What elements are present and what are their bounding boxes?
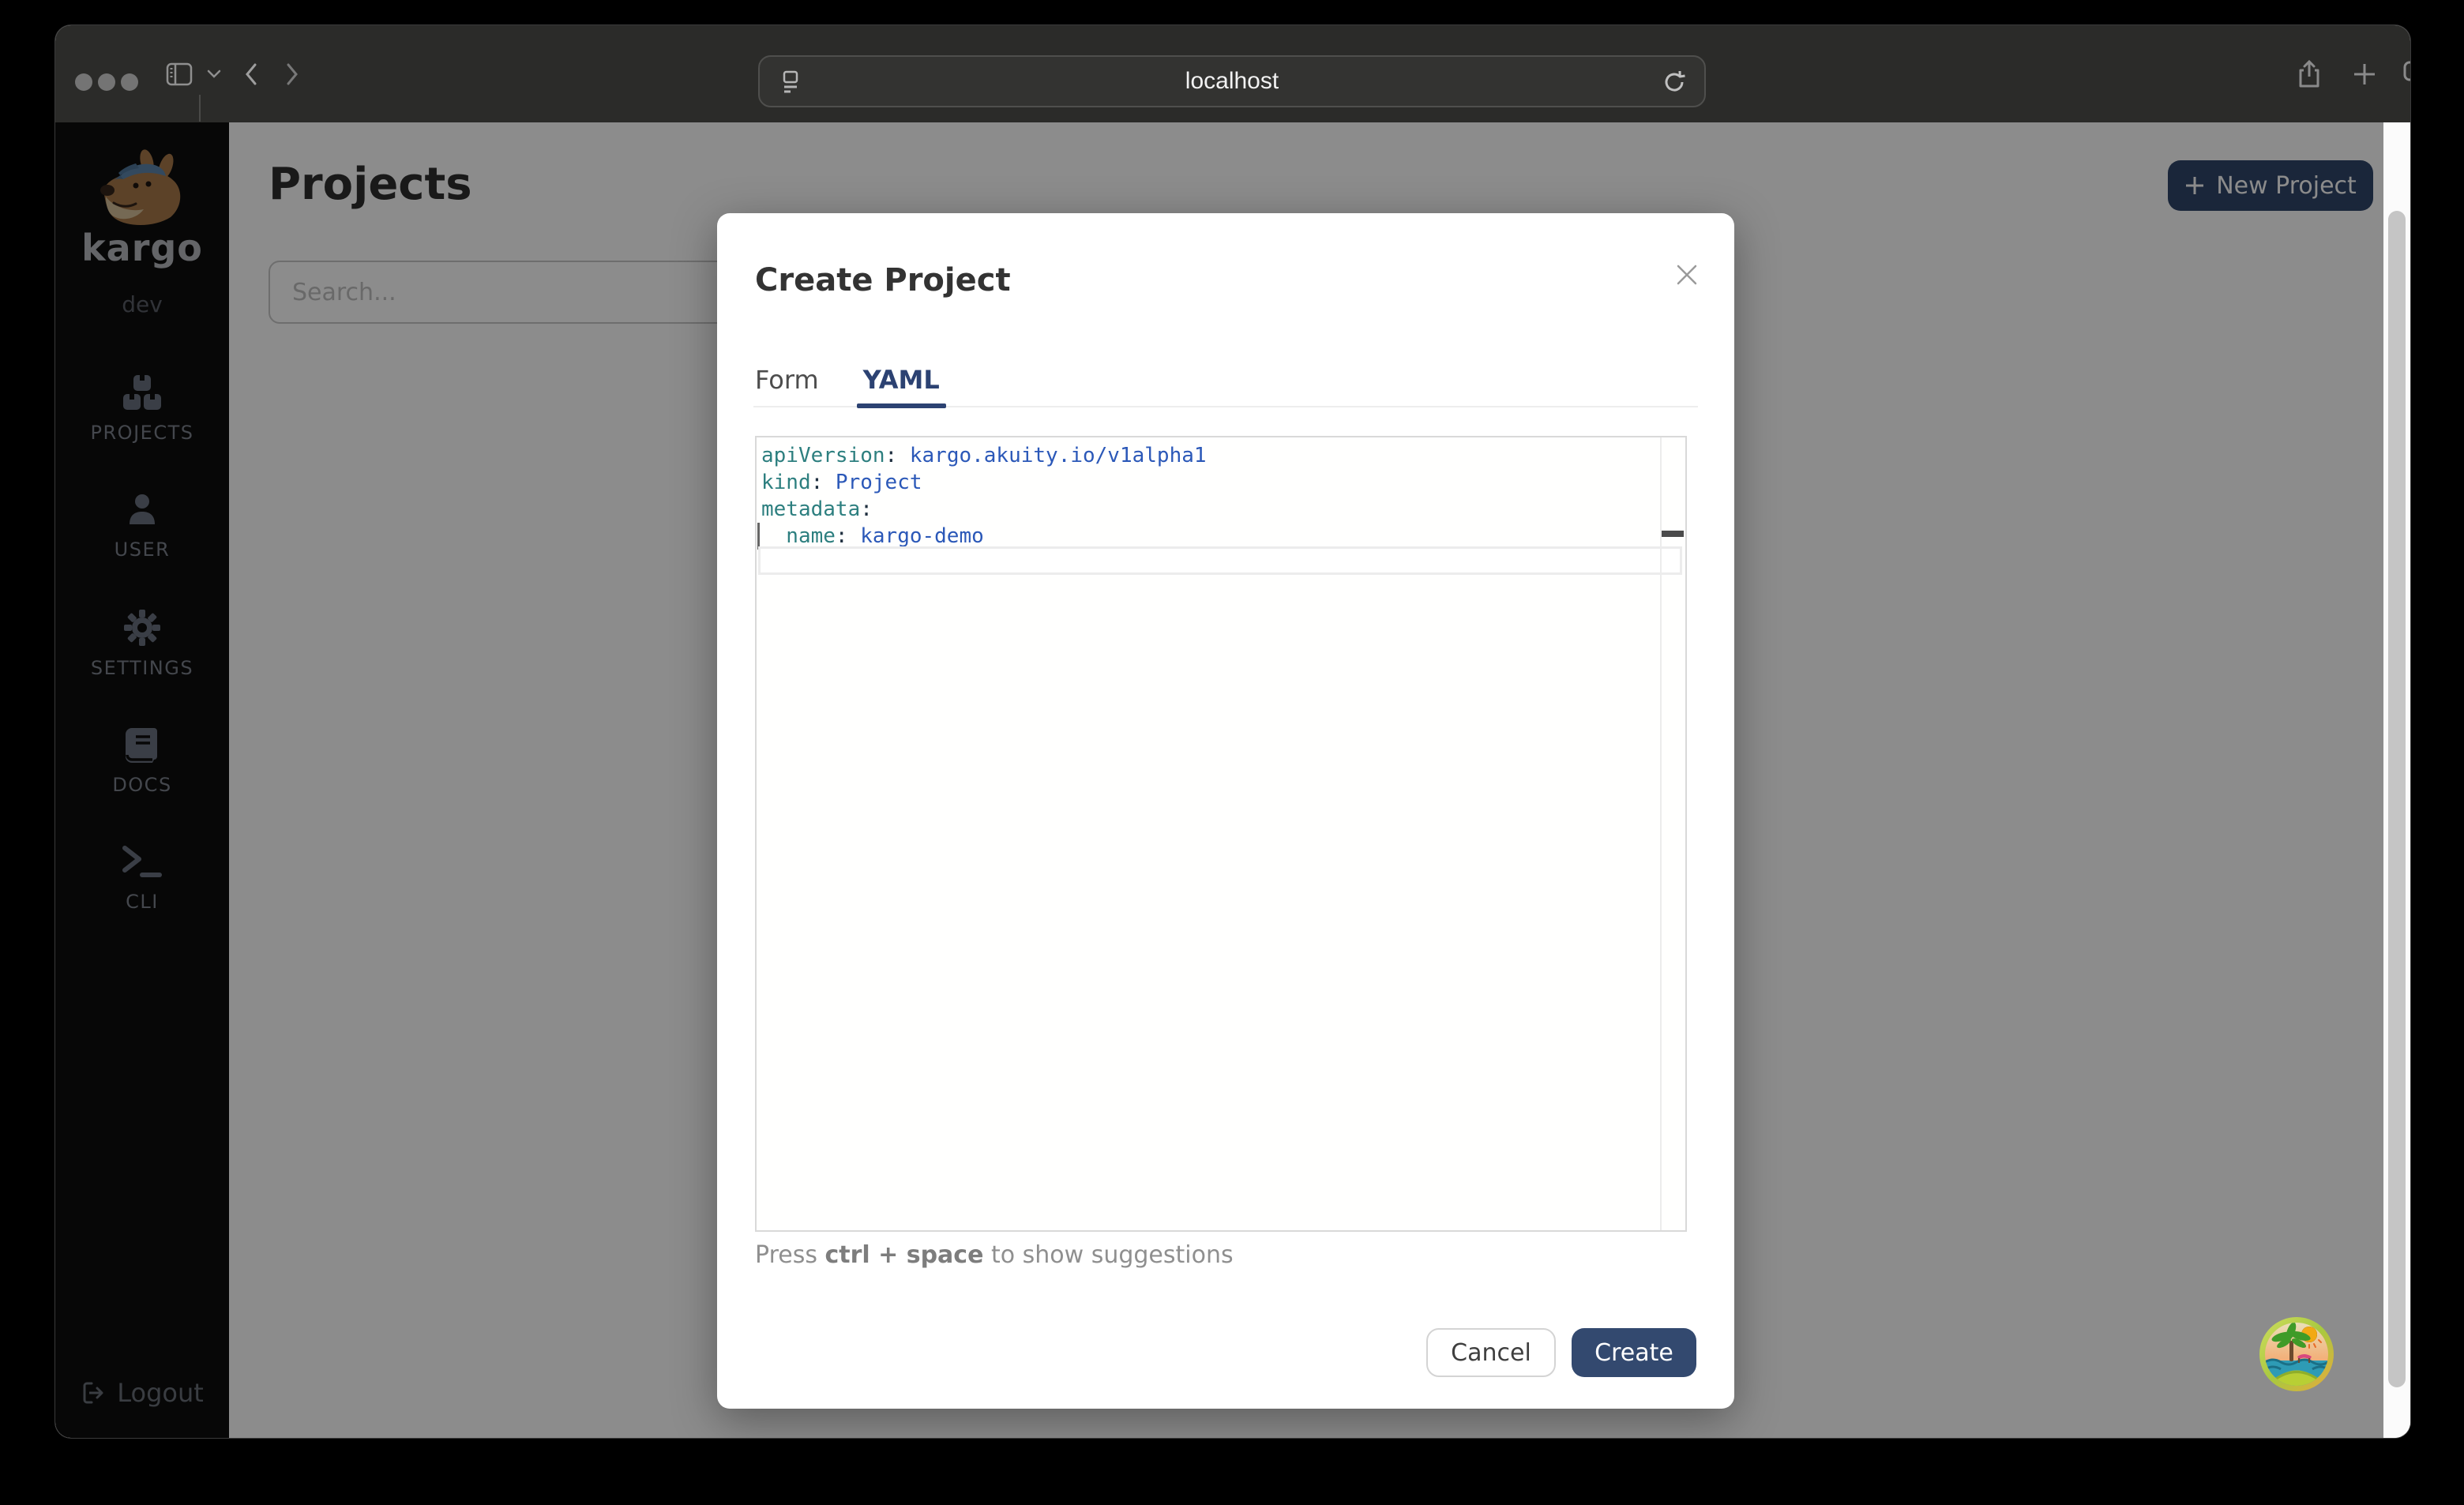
page-settings-icon[interactable]: [780, 69, 801, 95]
create-project-modal: Create Project Form YAML apiVersion: kar…: [717, 213, 1734, 1409]
window-controls[interactable]: [75, 73, 138, 91]
tab-overview-icon[interactable]: [2402, 25, 2410, 122]
cancel-button[interactable]: Cancel: [1426, 1328, 1556, 1377]
yaml-editor-lines: apiVersion: kargo.akuity.io/v1alpha1kind…: [757, 442, 1685, 550]
back-icon[interactable]: [243, 25, 259, 122]
minimize-window-button[interactable]: [98, 73, 115, 91]
url-text: localhost: [1185, 68, 1279, 95]
modal-title: Create Project: [755, 262, 1011, 298]
scrollbar-thumb[interactable]: [2388, 211, 2406, 1387]
new-tab-icon[interactable]: [2352, 25, 2377, 122]
sidebar-toggle-icon[interactable]: [166, 25, 193, 122]
share-icon[interactable]: [2297, 25, 2322, 122]
tab-form[interactable]: Form: [753, 354, 821, 406]
browser-window: localhost: [55, 25, 2410, 1438]
create-button[interactable]: Create: [1572, 1328, 1696, 1377]
active-tab-indicator: [857, 403, 946, 408]
editor-hint: Press ctrl + space to show suggestions: [755, 1241, 1234, 1269]
close-window-button[interactable]: [75, 73, 92, 91]
forward-icon[interactable]: [284, 25, 300, 122]
zoom-window-button[interactable]: [121, 73, 138, 91]
modal-footer: Cancel Create: [1426, 1328, 1696, 1377]
reload-icon[interactable]: [1662, 69, 1687, 96]
cursor-position-marker: [1662, 531, 1684, 537]
shortcut-keys: ctrl + space: [825, 1241, 984, 1269]
overview-ruler: [1660, 437, 1662, 1230]
code-line: kind: Project: [757, 469, 1685, 496]
chevron-down-icon[interactable]: [207, 25, 221, 122]
tab-yaml[interactable]: YAML: [862, 354, 941, 406]
code-line: metadata:: [757, 496, 1685, 523]
browser-toolbar: localhost: [55, 25, 2410, 122]
text-cursor: [757, 523, 760, 550]
code-line: apiVersion: kargo.akuity.io/v1alpha1: [757, 442, 1685, 469]
code-line: name: kargo-demo: [757, 523, 1685, 550]
screenshot-stage: localhost: [0, 0, 2464, 1505]
yaml-editor[interactable]: apiVersion: kargo.akuity.io/v1alpha1kind…: [755, 436, 1687, 1232]
close-icon[interactable]: [1673, 261, 1701, 289]
modal-tabs: Form YAML: [753, 354, 1698, 407]
island-extension-button[interactable]: [2259, 1317, 2334, 1391]
toolbar-divider: [199, 95, 201, 122]
address-bar[interactable]: localhost: [758, 55, 1706, 107]
active-line-highlight: [758, 546, 1682, 575]
page-scrollbar[interactable]: [2383, 122, 2410, 1438]
